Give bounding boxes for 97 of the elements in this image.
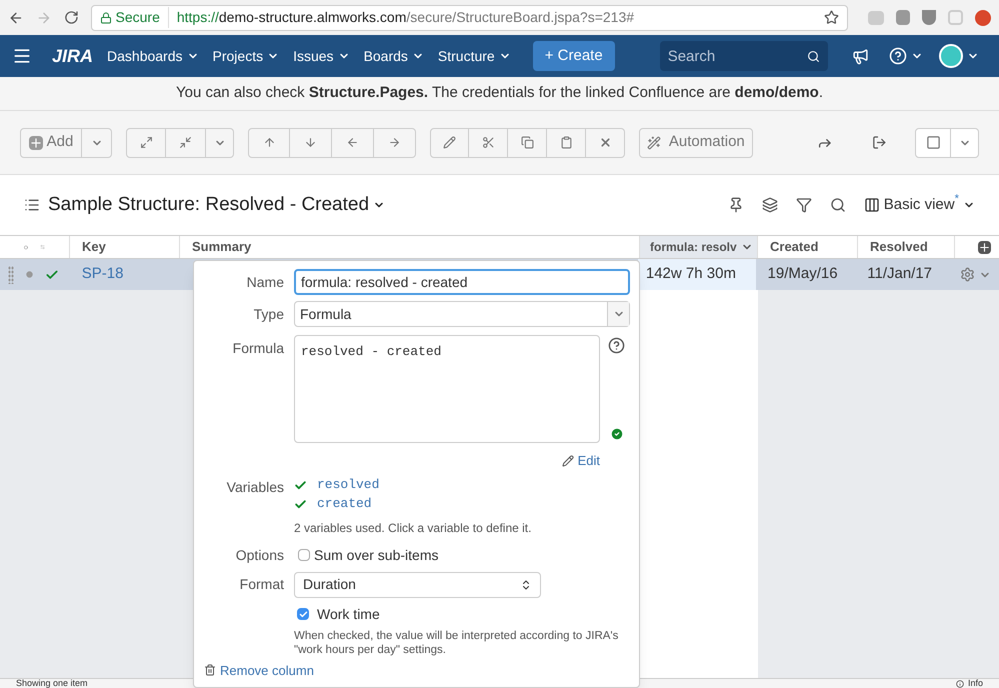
extension-icon[interactable] [922, 10, 936, 25]
nav-menu[interactable]: Issues [293, 46, 350, 66]
search-icon[interactable] [830, 197, 846, 213]
nav-menu[interactable]: Dashboards [107, 46, 199, 66]
status-text: Showing one item [16, 679, 88, 688]
create-button[interactable]: + Create [532, 41, 615, 71]
checkbox[interactable] [298, 549, 310, 561]
secure-label: Secure [116, 7, 169, 28]
nav-menu[interactable]: Boards [364, 46, 424, 66]
pencil-icon [562, 454, 574, 467]
pencil-icon [443, 136, 456, 149]
add-column-icon[interactable] [978, 240, 991, 254]
checkbox-label[interactable]: Sum over sub-items [314, 544, 438, 566]
arrow-left-icon [346, 136, 359, 149]
column-header[interactable]: Created [758, 236, 858, 258]
type-select[interactable]: Formula [294, 301, 630, 327]
field-label: Name [246, 272, 284, 292]
checkbox[interactable] [297, 608, 309, 620]
automation-button[interactable]: Automation [639, 128, 753, 158]
search-icon [806, 50, 820, 63]
exit-icon[interactable] [872, 135, 887, 150]
cut-button[interactable] [469, 128, 508, 158]
table-cell-text: 19/May/16 [766, 264, 839, 284]
resolved-check-icon [45, 268, 59, 282]
status-dot-icon [26, 271, 33, 278]
forward-icon[interactable] [36, 10, 52, 26]
expand-button[interactable] [126, 128, 166, 158]
edit-link[interactable]: Edit [562, 451, 600, 470]
column-header[interactable]: formula: resolv [640, 236, 758, 258]
valid-check-icon [610, 427, 624, 441]
banner-message: You can also check Structure.Pages. The credentials for the linked Confluence are demo/demo. [176, 83, 824, 104]
field-label: Format [238, 575, 284, 594]
panel-button[interactable] [915, 128, 951, 158]
gear-icon[interactable] [960, 267, 975, 282]
layers-icon[interactable] [762, 197, 778, 213]
pin-icon[interactable] [728, 197, 744, 213]
close-icon [598, 136, 612, 149]
view-selector[interactable]: Basic view$^{*}$ [864, 194, 975, 216]
add-button[interactable]: Add [20, 128, 82, 158]
square-icon [926, 135, 940, 150]
avatar[interactable] [938, 44, 963, 68]
expand-icon [140, 136, 152, 149]
drag-handle[interactable] [8, 266, 14, 284]
column-header[interactable]: Key [70, 236, 180, 258]
field-label: Options [234, 546, 284, 565]
formula-field[interactable]: resolved - created [294, 335, 600, 443]
columns-icon [864, 197, 880, 213]
arrow-up-icon [262, 136, 276, 149]
plus-icon [28, 136, 43, 150]
filter-icon[interactable] [796, 197, 812, 213]
work-time-hint: When checked, the value will be interpreted according to JIRA's "work hours per day" settings. [294, 628, 620, 656]
help-icon[interactable] [608, 337, 625, 354]
search-field[interactable]: Search [660, 41, 828, 71]
star-icon[interactable] [824, 10, 839, 25]
field-label: Formula [232, 339, 284, 358]
nav-menu[interactable]: Projects [212, 46, 280, 66]
edit-button[interactable] [430, 128, 469, 158]
arrow-right-icon [388, 136, 401, 149]
field-label: Variables [226, 478, 284, 496]
arrow-down-icon [304, 136, 317, 149]
copy-icon [520, 136, 534, 149]
trash-icon [204, 664, 216, 676]
paste-button[interactable] [547, 128, 586, 158]
back-icon[interactable] [8, 10, 24, 26]
select-all-icon[interactable] [24, 242, 28, 252]
format-select[interactable]: Duration [294, 572, 541, 598]
megaphone-icon[interactable] [852, 48, 869, 64]
delete-button[interactable] [586, 128, 625, 158]
nav-menu[interactable]: Structure [438, 46, 511, 66]
lock-icon [100, 12, 112, 24]
extension-icon[interactable] [975, 10, 991, 26]
url-text: https://demo-structure.almworks.com/secure/StructureBoard.jspa?s=213# [176, 8, 634, 27]
extension-icon[interactable] [896, 10, 910, 25]
table-cell: 142w 7h 30m [638, 259, 756, 290]
collapse-icon [179, 136, 192, 149]
updown-icon [520, 578, 532, 590]
scissors-icon [482, 136, 494, 149]
wand-icon [646, 136, 661, 150]
structure-icon [24, 197, 40, 213]
address-bar[interactable]: Secure https://demo-structure.almworks.com/secure/StructureBoard.jspa?s=213# [90, 4, 848, 30]
copy-button[interactable] [508, 128, 547, 158]
structure-title[interactable]: Sample Structure: Resolved - Created [48, 190, 386, 220]
checkbox-label[interactable]: Work time [317, 604, 380, 624]
info-link[interactable]: Info [968, 679, 983, 688]
name-field[interactable]: formula: resolved - created [294, 269, 630, 295]
table-cell-text: 11/Jan/17 [866, 264, 934, 284]
field-label: Type [252, 304, 284, 324]
variables-hint: 2 variables used. Click a variable to define it. [294, 520, 532, 536]
column-header[interactable]: Resolved [858, 236, 955, 258]
remove-column-link[interactable]: Remove column [220, 660, 314, 680]
clipboard-icon [560, 136, 572, 149]
variable-link[interactable]: resolved [317, 475, 380, 495]
collapse-button[interactable] [166, 128, 206, 158]
reload-icon[interactable] [64, 10, 78, 25]
variable-link[interactable]: created [317, 494, 372, 514]
jira-logo[interactable]: JIRA [52, 42, 94, 70]
info-icon [956, 680, 964, 688]
